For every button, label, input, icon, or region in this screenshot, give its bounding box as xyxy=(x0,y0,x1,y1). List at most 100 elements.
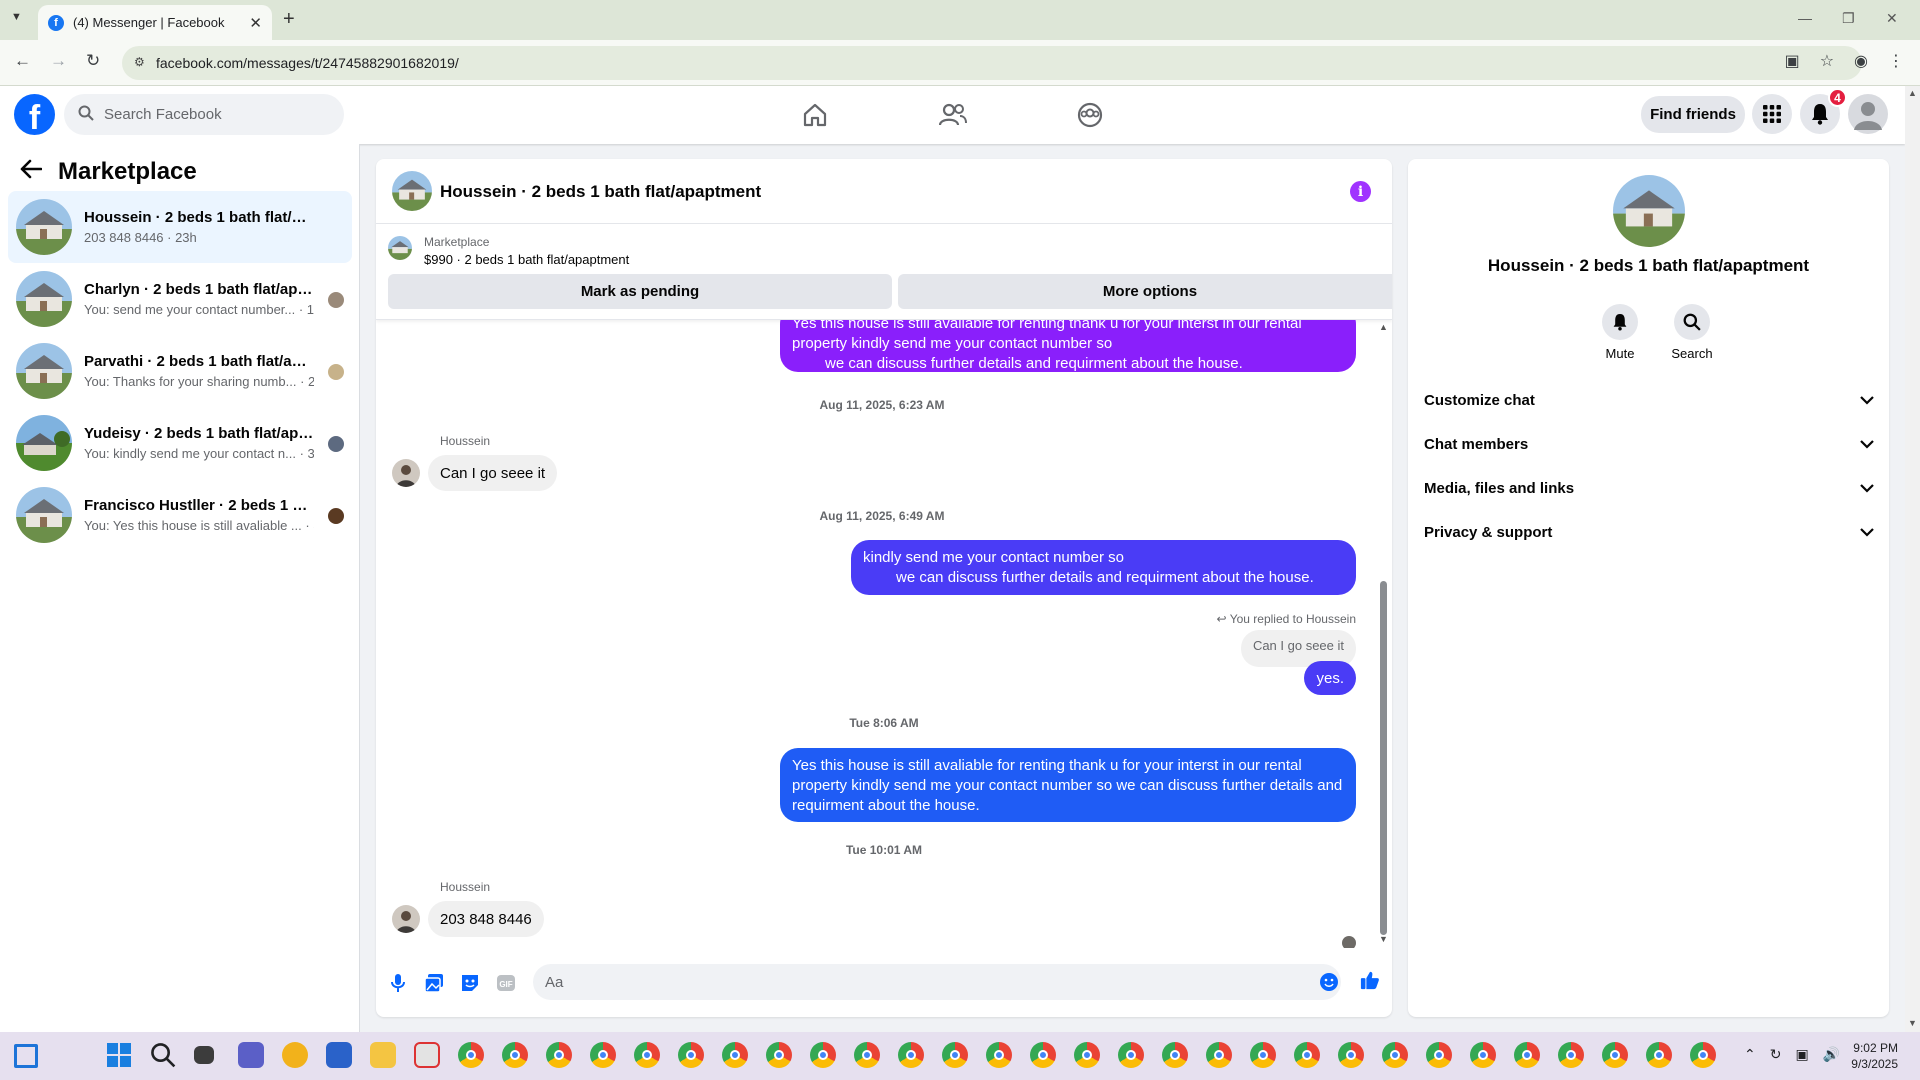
outgoing-message[interactable]: Yes this house is still avaliable for re… xyxy=(780,748,1356,822)
home-icon[interactable] xyxy=(800,100,830,130)
browser-tab-messenger[interactable]: f (4) Messenger | Facebook ✕ xyxy=(38,5,272,40)
chrome-window-icon[interactable] xyxy=(1690,1042,1716,1068)
volume-icon[interactable]: 🔊 xyxy=(1823,1046,1840,1063)
chrome-window-icon[interactable] xyxy=(1646,1042,1672,1068)
outgoing-message[interactable]: yes. xyxy=(1304,661,1356,695)
conversation-item-yudeisy[interactable]: Yudeisy · 2 beds 1 bath flat/apar... You:… xyxy=(8,407,352,479)
url-field[interactable]: ⚙ facebook.com/messages/t/24745882901682… xyxy=(122,46,1862,80)
chrome-window-icon[interactable] xyxy=(1250,1042,1276,1068)
chat-title[interactable]: Houssein · 2 beds 1 bath flat/apaptment xyxy=(440,182,761,202)
conversation-item-parvathi[interactable]: Parvathi · 2 beds 1 bath flat/apa... You:… xyxy=(8,335,352,407)
chrome-window-icon[interactable] xyxy=(854,1042,880,1068)
page-scrollbar[interactable]: ▲ ▼ xyxy=(1905,86,1920,1032)
windows-start-icon[interactable] xyxy=(106,1042,132,1068)
conversation-item-francisco[interactable]: Francisco Hustller · 2 beds 1 bat... You:… xyxy=(8,479,352,551)
chrome-window-icon[interactable] xyxy=(1514,1042,1540,1068)
tray-chevron-icon[interactable]: ⌃ xyxy=(1744,1046,1756,1063)
chrome-window-icon[interactable] xyxy=(1162,1042,1188,1068)
file-explorer-icon[interactable] xyxy=(370,1042,396,1068)
store-icon[interactable] xyxy=(326,1042,352,1068)
message-input[interactable]: Aa xyxy=(533,964,1341,1000)
search-in-conversation-button[interactable]: Search xyxy=(1662,304,1722,361)
facebook-search-input[interactable]: Search Facebook xyxy=(64,94,344,135)
emoji-icon[interactable] xyxy=(1319,972,1339,992)
customize-chat-row[interactable]: Customize chat xyxy=(1424,382,1874,418)
task-view-icon[interactable] xyxy=(194,1046,214,1064)
incoming-message[interactable]: 203 848 8446 xyxy=(428,901,544,937)
page-scroll-up-icon[interactable]: ▲ xyxy=(1908,88,1917,98)
scroll-up-icon[interactable]: ▲ xyxy=(1379,322,1388,332)
chrome-window-icon[interactable] xyxy=(1426,1042,1452,1068)
chrome-app-icon[interactable] xyxy=(282,1042,308,1068)
page-scroll-down-icon[interactable]: ▼ xyxy=(1908,1018,1917,1028)
chrome-window-icon[interactable] xyxy=(1470,1042,1496,1068)
back-icon[interactable]: ← xyxy=(14,51,31,71)
close-tab-icon[interactable]: ✕ xyxy=(249,14,262,32)
chrome-window-icon[interactable] xyxy=(1602,1042,1628,1068)
chrome-menu-icon[interactable]: ⋮ xyxy=(1888,51,1904,71)
photo-icon[interactable] xyxy=(424,973,444,993)
friends-icon[interactable] xyxy=(938,100,968,130)
menu-grid-icon[interactable] xyxy=(1752,94,1792,134)
chrome-window-icon[interactable] xyxy=(898,1042,924,1068)
network-icon[interactable]: ▣ xyxy=(1795,1046,1808,1063)
sticker-icon[interactable] xyxy=(460,973,480,993)
like-thumbs-up-icon[interactable] xyxy=(1360,970,1380,990)
microphone-icon[interactable] xyxy=(388,973,408,993)
teams-icon[interactable] xyxy=(238,1042,264,1068)
incoming-message[interactable]: Can I go seee it xyxy=(428,455,558,491)
listing-price[interactable]: $990 · 2 beds 1 bath flat/apaptment xyxy=(424,252,629,267)
chrome-window-icon[interactable] xyxy=(1338,1042,1364,1068)
chrome-window-icon[interactable] xyxy=(458,1042,484,1068)
chrome-window-icon[interactable] xyxy=(942,1042,968,1068)
tray-sync-icon[interactable]: ↻ xyxy=(1770,1046,1782,1063)
taskbar-search-icon[interactable] xyxy=(150,1042,176,1068)
back-arrow-icon[interactable] xyxy=(20,158,43,186)
outgoing-message[interactable]: kindly send me your contact number so we… xyxy=(851,540,1356,595)
restore-icon[interactable]: ❐ xyxy=(1842,10,1855,27)
groups-icon[interactable] xyxy=(1075,100,1105,130)
chrome-window-icon[interactable] xyxy=(678,1042,704,1068)
conversation-item-houssein[interactable]: Houssein · 2 beds 1 bath flat/apap... 203… xyxy=(8,191,352,263)
chrome-window-icon[interactable] xyxy=(1294,1042,1320,1068)
chrome-window-icon[interactable] xyxy=(590,1042,616,1068)
chrome-window-icon[interactable] xyxy=(766,1042,792,1068)
close-window-icon[interactable]: ✕ xyxy=(1886,10,1898,27)
clock[interactable]: 9:02 PM 9/3/2025 xyxy=(1851,1040,1898,1072)
details-listing-photo[interactable] xyxy=(1613,175,1685,247)
chrome-window-icon[interactable] xyxy=(1382,1042,1408,1068)
chrome-window-icon[interactable] xyxy=(1558,1042,1584,1068)
media-files-links-row[interactable]: Media, files and links xyxy=(1424,470,1874,506)
chrome-window-icon[interactable] xyxy=(1118,1042,1144,1068)
minimize-icon[interactable]: — xyxy=(1798,10,1812,26)
new-tab-icon[interactable]: + xyxy=(283,8,295,31)
chat-members-row[interactable]: Chat members xyxy=(1424,426,1874,462)
mute-button[interactable]: Mute xyxy=(1590,304,1650,361)
chrome-window-icon[interactable] xyxy=(810,1042,836,1068)
chrome-window-icon[interactable] xyxy=(1206,1042,1232,1068)
snipping-tool-icon[interactable] xyxy=(414,1042,440,1068)
chrome-window-icon[interactable] xyxy=(634,1042,660,1068)
site-info-icon[interactable]: ⚙ xyxy=(134,55,145,69)
chrome-window-icon[interactable] xyxy=(1030,1042,1056,1068)
chrome-window-icon[interactable] xyxy=(1074,1042,1100,1068)
more-options-button[interactable]: More options xyxy=(898,274,1392,309)
chrome-window-icon[interactable] xyxy=(502,1042,528,1068)
find-friends-button[interactable]: Find friends xyxy=(1641,96,1745,133)
tab-search-icon[interactable]: ▼ xyxy=(11,11,22,23)
privacy-support-row[interactable]: Privacy & support xyxy=(1424,514,1874,550)
forward-icon[interactable]: → xyxy=(50,51,67,71)
install-app-icon[interactable]: ▣ xyxy=(1785,51,1800,71)
profile-icon[interactable]: ◉ xyxy=(1854,51,1868,71)
mark-as-pending-button[interactable]: Mark as pending xyxy=(388,274,892,309)
reload-icon[interactable]: ↻ xyxy=(86,51,100,71)
chrome-window-icon[interactable] xyxy=(546,1042,572,1068)
conversation-info-icon[interactable]: i xyxy=(1350,181,1371,202)
gif-icon[interactable]: GIF xyxy=(496,973,516,993)
widgets-icon[interactable] xyxy=(14,1044,38,1068)
chrome-window-icon[interactable] xyxy=(986,1042,1012,1068)
outgoing-message[interactable]: Yes this house is still avaliable for re… xyxy=(780,320,1356,372)
message-scrollbar-thumb[interactable] xyxy=(1380,581,1387,935)
account-avatar[interactable] xyxy=(1848,94,1888,134)
chrome-window-icon[interactable] xyxy=(722,1042,748,1068)
